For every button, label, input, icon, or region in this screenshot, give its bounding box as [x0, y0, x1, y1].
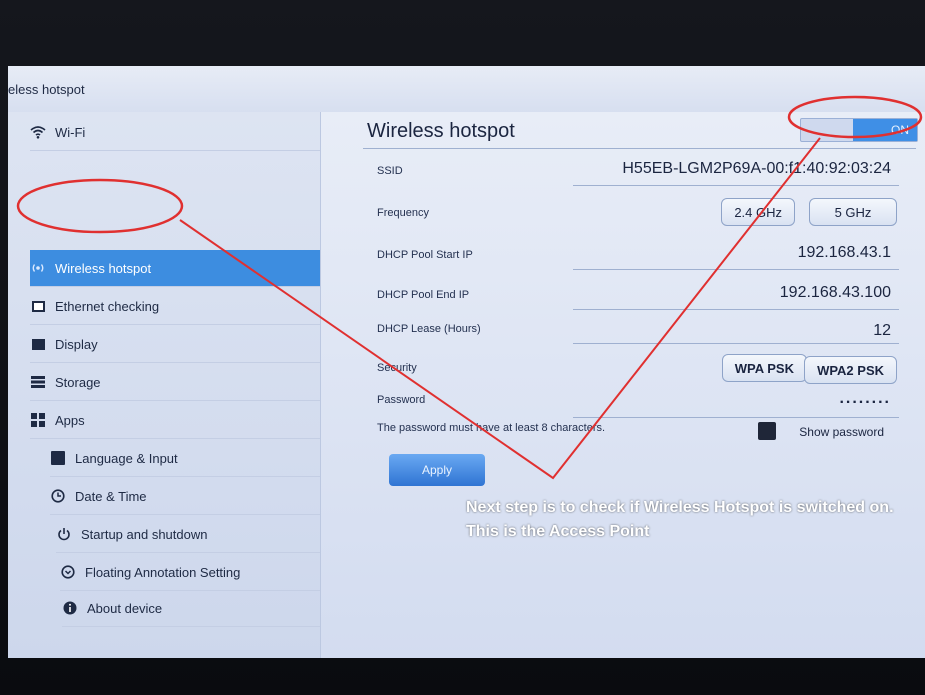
sidebar-item-storage[interactable]: Storage	[30, 364, 320, 401]
screen: eless hotspot Wi-Fi Wireless hotspot Eth…	[8, 66, 925, 658]
sidebar-item-startup[interactable]: Startup and shutdown	[56, 516, 320, 553]
storage-icon	[30, 374, 46, 390]
sidebar-item-label: Wireless hotspot	[55, 260, 152, 276]
password-label: Password	[377, 394, 426, 406]
sidebar-item-wireless-hotspot-row[interactable]: Wireless hotspot	[30, 250, 320, 287]
show-password-checkbox[interactable]	[758, 422, 776, 440]
sidebar-item-label: Apps	[55, 412, 85, 428]
apps-icon	[30, 412, 46, 428]
display-icon	[30, 336, 46, 352]
dhcp-start-row: DHCP Pool Start IP 192.168.43.1	[321, 234, 911, 272]
settings-sidebar: Wi-Fi Wireless hotspot Ethernet checking…	[8, 112, 320, 658]
sidebar-item-label: Startup and shutdown	[81, 526, 208, 542]
security-wpa2-psk-button[interactable]: WPA2 PSK	[804, 356, 897, 384]
hotspot-toggle[interactable]: ON	[800, 118, 918, 142]
sidebar-item-label: About device	[87, 600, 163, 616]
lease-label: DHCP Lease (Hours)	[377, 323, 481, 335]
sidebar-item-label: Floating Annotation Setting	[85, 564, 241, 580]
sidebar-item-floating-annotation[interactable]: Floating Annotation Setting	[60, 554, 320, 591]
toggle-on-label: ON	[853, 119, 917, 141]
frequency-row: Frequency 2.4 GHz 5 GHz	[321, 192, 911, 230]
hotspot-settings-panel: Wireless hotspot ON SSID H55EB-LGM2P69A-…	[320, 112, 925, 658]
sidebar-item-about[interactable]: About device	[62, 590, 320, 627]
password-hint: The password must have at least 8 charac…	[377, 422, 606, 434]
ssid-label: SSID	[377, 165, 403, 177]
dhcp-start-input[interactable]: 192.168.43.1	[798, 244, 891, 262]
wifi-icon	[30, 124, 46, 140]
sidebar-item-label: Date & Time	[75, 488, 147, 504]
title-bar: eless hotspot	[8, 66, 925, 113]
sidebar-item-label: Storage	[55, 374, 101, 390]
clock-icon	[50, 488, 66, 504]
lease-row: DHCP Lease (Hours) 12	[321, 308, 911, 346]
security-label: Security	[377, 362, 417, 374]
sidebar-item-wifi[interactable]: Wi-Fi	[30, 114, 320, 151]
ssid-input[interactable]: H55EB-LGM2P69A-00:f1:40:92:03:24	[622, 160, 891, 178]
sidebar-item-ethernet[interactable]: Ethernet checking	[30, 288, 320, 325]
show-password-label: Show password	[799, 425, 884, 439]
annotation-icon	[60, 564, 76, 580]
sidebar-item-apps[interactable]: Apps	[30, 402, 320, 439]
frequency-label: Frequency	[377, 207, 429, 219]
security-wpa-psk-button[interactable]: WPA PSK	[721, 354, 807, 382]
sidebar-item-label: Ethernet checking	[55, 298, 160, 314]
security-row: Security WPA PSK WPA2 PSK	[321, 344, 911, 384]
password-input[interactable]: ........	[839, 390, 891, 408]
frequency-2-4ghz-button[interactable]: 2.4 GHz	[721, 198, 795, 226]
frequency-5ghz-button[interactable]: 5 GHz	[809, 198, 897, 226]
password-row: Password ........	[321, 382, 911, 420]
power-icon	[56, 526, 72, 542]
title-divider	[363, 148, 916, 149]
sidebar-item-display[interactable]: Display	[30, 326, 320, 363]
sidebar-item-language[interactable]: Language & Input	[50, 440, 320, 477]
hotspot-icon	[30, 260, 46, 276]
window-title: eless hotspot	[8, 82, 85, 97]
page-title: Wireless hotspot	[367, 120, 515, 142]
info-icon	[62, 600, 78, 616]
annotation-note: Next step is to check if Wireless Hotspo…	[466, 499, 894, 540]
dhcp-end-input[interactable]: 192.168.43.100	[780, 284, 891, 302]
sidebar-item-date-time[interactable]: Date & Time	[50, 478, 320, 515]
dhcp-end-row: DHCP Pool End IP 192.168.43.100	[321, 274, 911, 312]
apply-button[interactable]: Apply	[389, 454, 485, 486]
sidebar-item-label: Wi-Fi	[55, 124, 86, 140]
ssid-row: SSID H55EB-LGM2P69A-00:f1:40:92:03:24	[321, 150, 911, 188]
language-icon	[50, 450, 66, 466]
sidebar-item-label: Language & Input	[75, 450, 178, 466]
dhcp-end-label: DHCP Pool End IP	[377, 289, 470, 301]
lease-input[interactable]: 12	[873, 322, 891, 340]
ethernet-icon	[30, 298, 46, 314]
sidebar-item-label: Display	[55, 336, 98, 352]
dhcp-start-label: DHCP Pool Start IP	[377, 249, 473, 261]
